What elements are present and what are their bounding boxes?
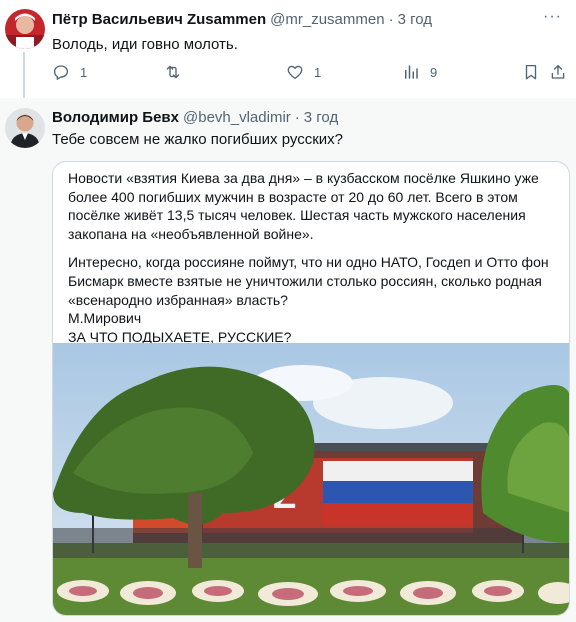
card-photo[interactable]: Z <box>53 343 569 615</box>
reply-button[interactable]: 1 <box>52 63 87 81</box>
timestamp[interactable]: 3 год <box>304 108 338 128</box>
author-handle[interactable]: @mr_zusammen <box>270 10 384 30</box>
author-handle[interactable]: @bevh_vladimir <box>183 108 291 128</box>
tweet-header: Пётр Васильевич Zusammen @mr_zusammen · … <box>52 10 432 30</box>
timestamp[interactable]: 3 год <box>398 10 432 30</box>
card-author: М.Мирович <box>68 310 142 327</box>
tweet-parent[interactable]: Пётр Васильевич Zusammen @mr_zusammen · … <box>0 0 576 98</box>
separator-dot: · <box>388 11 394 28</box>
tweet-reply[interactable]: Володимир Бевх @bevh_vladimir · 3 год Те… <box>0 98 576 622</box>
thread-line <box>23 52 25 98</box>
like-count: 1 <box>314 64 322 80</box>
tweet-text: Тебе совсем не жалко погибших русских? <box>52 131 343 148</box>
photo-image: Z <box>53 343 569 615</box>
bookmark-icon <box>525 64 537 80</box>
author-name[interactable]: Пётр Васильевич Zusammen <box>52 10 266 30</box>
tweet-header: Володимир Бевх @bevh_vladimir · 3 год <box>52 108 338 128</box>
retweet-icon <box>166 65 180 79</box>
share-icon <box>551 64 565 79</box>
views-button[interactable]: 9 <box>402 63 437 81</box>
reply-count: 1 <box>80 64 88 80</box>
bookmark-button[interactable] <box>522 63 540 81</box>
like-button[interactable]: 1 <box>286 63 321 81</box>
author-name[interactable]: Володимир Бевх <box>52 108 179 128</box>
avatar-image <box>5 108 45 148</box>
tweet-actions: 1 1 9 <box>52 63 572 85</box>
retweet-button[interactable] <box>164 63 192 81</box>
reply-icon <box>53 65 69 80</box>
views-icon <box>405 65 418 79</box>
separator-dot: · <box>294 109 300 126</box>
like-icon <box>287 65 303 80</box>
views-count: 9 <box>430 64 438 80</box>
card-paragraph: Интересно, когда россияне поймут, что ни… <box>68 254 549 308</box>
avatar[interactable] <box>5 9 45 49</box>
tweet-text: Володь, иди говно молоть. <box>52 36 238 53</box>
media-card[interactable]: Новости «взятия Киева за два дня» – в ку… <box>52 161 570 616</box>
more-options-button[interactable]: ··· <box>543 8 562 26</box>
card-quote-text: Новости «взятия Киева за два дня» – в ку… <box>53 162 569 346</box>
card-paragraph: Новости «взятия Киева за два дня» – в ку… <box>68 170 539 242</box>
avatar-image <box>5 9 45 49</box>
avatar[interactable] <box>5 108 45 148</box>
share-button[interactable] <box>549 63 567 81</box>
